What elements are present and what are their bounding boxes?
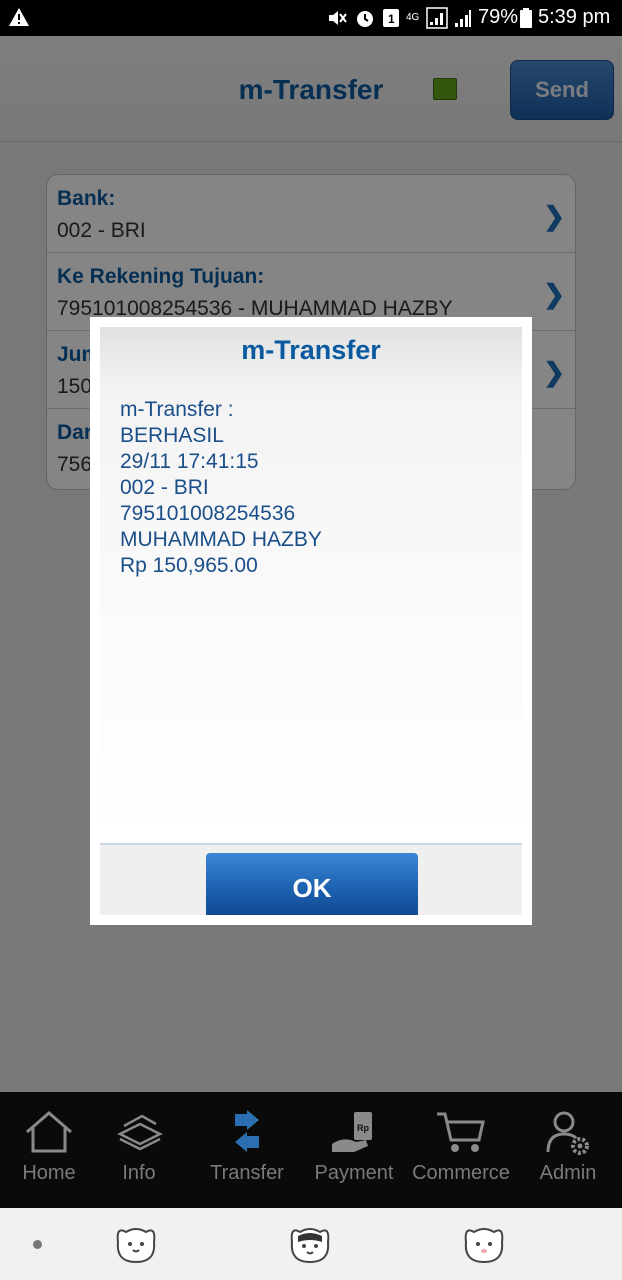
nav-label: Commerce <box>412 1162 510 1184</box>
info-icon <box>117 1114 163 1151</box>
svg-text:Rp: Rp <box>357 1123 369 1133</box>
nav-transfer[interactable]: Transfer <box>208 1092 286 1208</box>
system-nav-bar <box>0 1208 622 1280</box>
bottom-nav: Home Info Transfer Rp Payment Commerce A… <box>0 1092 622 1208</box>
result-dialog: m-Transfer m-Transfer : BERHASIL 29/11 1… <box>90 317 532 925</box>
dialog-message: m-Transfer : BERHASIL 29/11 17:41:15 002… <box>120 397 322 579</box>
ok-button[interactable]: OK <box>206 853 418 915</box>
message-line: 795101008254536 <box>120 502 296 525</box>
nav-label: Home <box>22 1162 76 1184</box>
nav-home[interactable]: Home <box>18 1092 80 1208</box>
warning-icon <box>9 8 29 26</box>
nav-admin[interactable]: Admin <box>536 1092 600 1208</box>
message-line: BERHASIL <box>120 424 224 447</box>
dialog-body: m-Transfer m-Transfer : BERHASIL 29/11 1… <box>100 327 522 915</box>
message-line: MUHAMMAD HAZBY <box>120 528 322 551</box>
signal-icon <box>426 7 448 29</box>
nav-dot-indicator[interactable] <box>33 1240 42 1249</box>
signal-2-icon <box>455 10 471 27</box>
commerce-icon <box>437 1112 485 1152</box>
battery-percent: 79% <box>478 6 519 28</box>
message-line: Rp 150,965.00 <box>120 554 258 577</box>
dialog-title: m-Transfer <box>241 335 381 365</box>
nav-info[interactable]: Info <box>108 1092 170 1208</box>
message-line: 29/11 17:41:15 <box>120 450 259 473</box>
notification-badge-icon: 1 <box>383 9 399 27</box>
nav-label: Payment <box>314 1162 394 1184</box>
status-bar: 1 4G 79% 5:39 pm <box>0 0 622 36</box>
recent-apps-icon[interactable] <box>112 1222 160 1266</box>
battery-icon <box>520 8 532 28</box>
home-button-icon[interactable] <box>286 1222 334 1266</box>
alarm-icon <box>357 11 373 27</box>
nav-label: Admin <box>539 1162 597 1184</box>
message-line: m-Transfer : <box>120 398 234 421</box>
nav-label: Transfer <box>210 1162 284 1184</box>
nav-commerce[interactable]: Commerce <box>412 1092 510 1208</box>
admin-icon <box>546 1111 589 1155</box>
nav-payment[interactable]: Rp Payment <box>312 1092 396 1208</box>
back-button-icon[interactable] <box>460 1222 508 1266</box>
clock: 5:39 pm <box>538 6 611 28</box>
transfer-icon <box>235 1110 259 1152</box>
svg-text:1: 1 <box>388 12 395 26</box>
message-line: 002 - BRI <box>120 476 209 499</box>
payment-icon: Rp <box>332 1112 372 1152</box>
mute-icon <box>329 11 347 25</box>
dialog-footer: OK <box>100 845 522 915</box>
home-icon <box>26 1111 72 1153</box>
network-type: 4G <box>406 12 420 23</box>
nav-label: Info <box>122 1162 156 1184</box>
status-icons: 1 4G <box>326 7 472 29</box>
